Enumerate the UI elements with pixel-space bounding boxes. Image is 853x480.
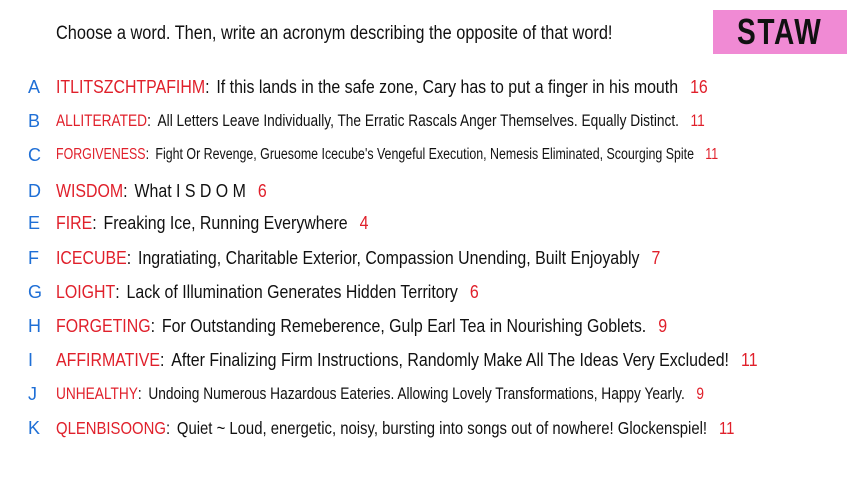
letter-count: 4 <box>359 212 369 233</box>
letter-count: 16 <box>690 76 708 97</box>
chosen-word: ITLITSZCHTPAFIHM <box>56 76 206 97</box>
row-content: ALLITERATED: All Letters Leave Individual… <box>56 112 705 131</box>
separator-colon: : <box>123 180 128 201</box>
letter-count: 11 <box>718 417 735 438</box>
letter-count: 6 <box>469 281 479 302</box>
separator-colon: : <box>165 417 171 438</box>
row-content: QLENBISOONG: Quiet ~ Loud, energetic, noi… <box>56 418 734 439</box>
chosen-word: UNHEALTHY <box>56 384 138 403</box>
acronym-text: Quiet ~ Loud, energetic, noisy, bursting… <box>176 417 708 438</box>
staw-label: STAW <box>737 11 823 52</box>
row-letter: F <box>28 247 39 268</box>
separator-colon: : <box>92 212 97 233</box>
letter-count: 11 <box>690 111 705 130</box>
row-letter: E <box>28 212 41 233</box>
chosen-word: ICECUBE <box>56 247 127 268</box>
letter-count: 9 <box>696 384 705 403</box>
row-letter: H <box>28 315 41 336</box>
acronym-text: All Letters Leave Individually, The Erra… <box>157 111 679 130</box>
chosen-word: ALLITERATED <box>56 111 148 130</box>
letter-count: 6 <box>257 180 267 201</box>
row-content: LOIGHT: Lack of Illumination Generates Hi… <box>56 281 479 303</box>
separator-colon: : <box>126 247 132 268</box>
chosen-word: WISDOM <box>56 180 124 201</box>
row-content: WISDOM: What I S D O M 6 <box>56 180 267 202</box>
separator-colon: : <box>137 384 142 403</box>
acronym-text: Lack of Illumination Generates Hidden Te… <box>126 281 458 302</box>
acronym-text: Undoing Numerous Hazardous Eateries. All… <box>148 384 685 403</box>
chosen-word: FIRE <box>56 212 93 233</box>
separator-colon: : <box>147 111 151 130</box>
row-content: UNHEALTHY: Undoing Numerous Hazardous Eat… <box>56 385 704 404</box>
staw-label-box: STAW <box>713 10 847 54</box>
acronym-text: After Finalizing Firm Instructions, Rand… <box>171 349 729 370</box>
chosen-word: FORGETING <box>56 315 151 336</box>
separator-colon: : <box>160 349 165 370</box>
chosen-word: LOIGHT <box>56 281 116 302</box>
row-letter: K <box>28 417 41 438</box>
acronym-text: Freaking Ice, Running Everywhere <box>103 212 348 233</box>
row-letter: C <box>28 144 41 165</box>
row-content: FORGIVENESS: Fight Or Revenge, Gruesome I… <box>56 146 718 164</box>
row-letter: D <box>28 180 41 201</box>
instruction-text: Choose a word. Then, write an acronym de… <box>56 23 613 44</box>
acronym-text: Ingratiating, Charitable Exterior, Compa… <box>138 247 640 268</box>
letter-count: 9 <box>658 315 668 336</box>
row-letter: B <box>28 110 41 131</box>
row-content: FORGETING: For Outstanding Remeberence, G… <box>56 315 667 337</box>
row-letter: A <box>28 76 41 97</box>
row-letter: G <box>28 281 43 302</box>
chosen-word: QLENBISOONG <box>56 417 166 438</box>
row-content: AFFIRMATIVE: After Finalizing Firm Instru… <box>56 349 758 371</box>
chosen-word: FORGIVENESS <box>56 146 146 163</box>
separator-colon: : <box>145 146 150 163</box>
letter-count: 11 <box>705 146 719 163</box>
row-content: ITLITSZCHTPAFIHM: If this lands in the sa… <box>56 76 708 98</box>
acronym-text: For Outstanding Remeberence, Gulp Earl T… <box>161 315 647 336</box>
separator-colon: : <box>150 315 156 336</box>
row-letter: J <box>28 383 37 404</box>
letter-count: 7 <box>651 247 661 268</box>
row-content: ICECUBE: Ingratiating, Charitable Exterio… <box>56 247 660 269</box>
row-content: FIRE: Freaking Ice, Running Everywhere 4 <box>56 212 369 234</box>
separator-colon: : <box>115 281 120 302</box>
acronym-text: What I S D O M <box>134 180 246 201</box>
acronym-text: Fight Or Revenge, Gruesome Icecube's Ven… <box>155 146 695 163</box>
letter-count: 11 <box>741 349 758 370</box>
row-letter: I <box>28 349 34 370</box>
separator-colon: : <box>205 76 210 97</box>
acronym-text: If this lands in the safe zone, Cary has… <box>216 76 679 97</box>
chosen-word: AFFIRMATIVE <box>56 349 161 370</box>
